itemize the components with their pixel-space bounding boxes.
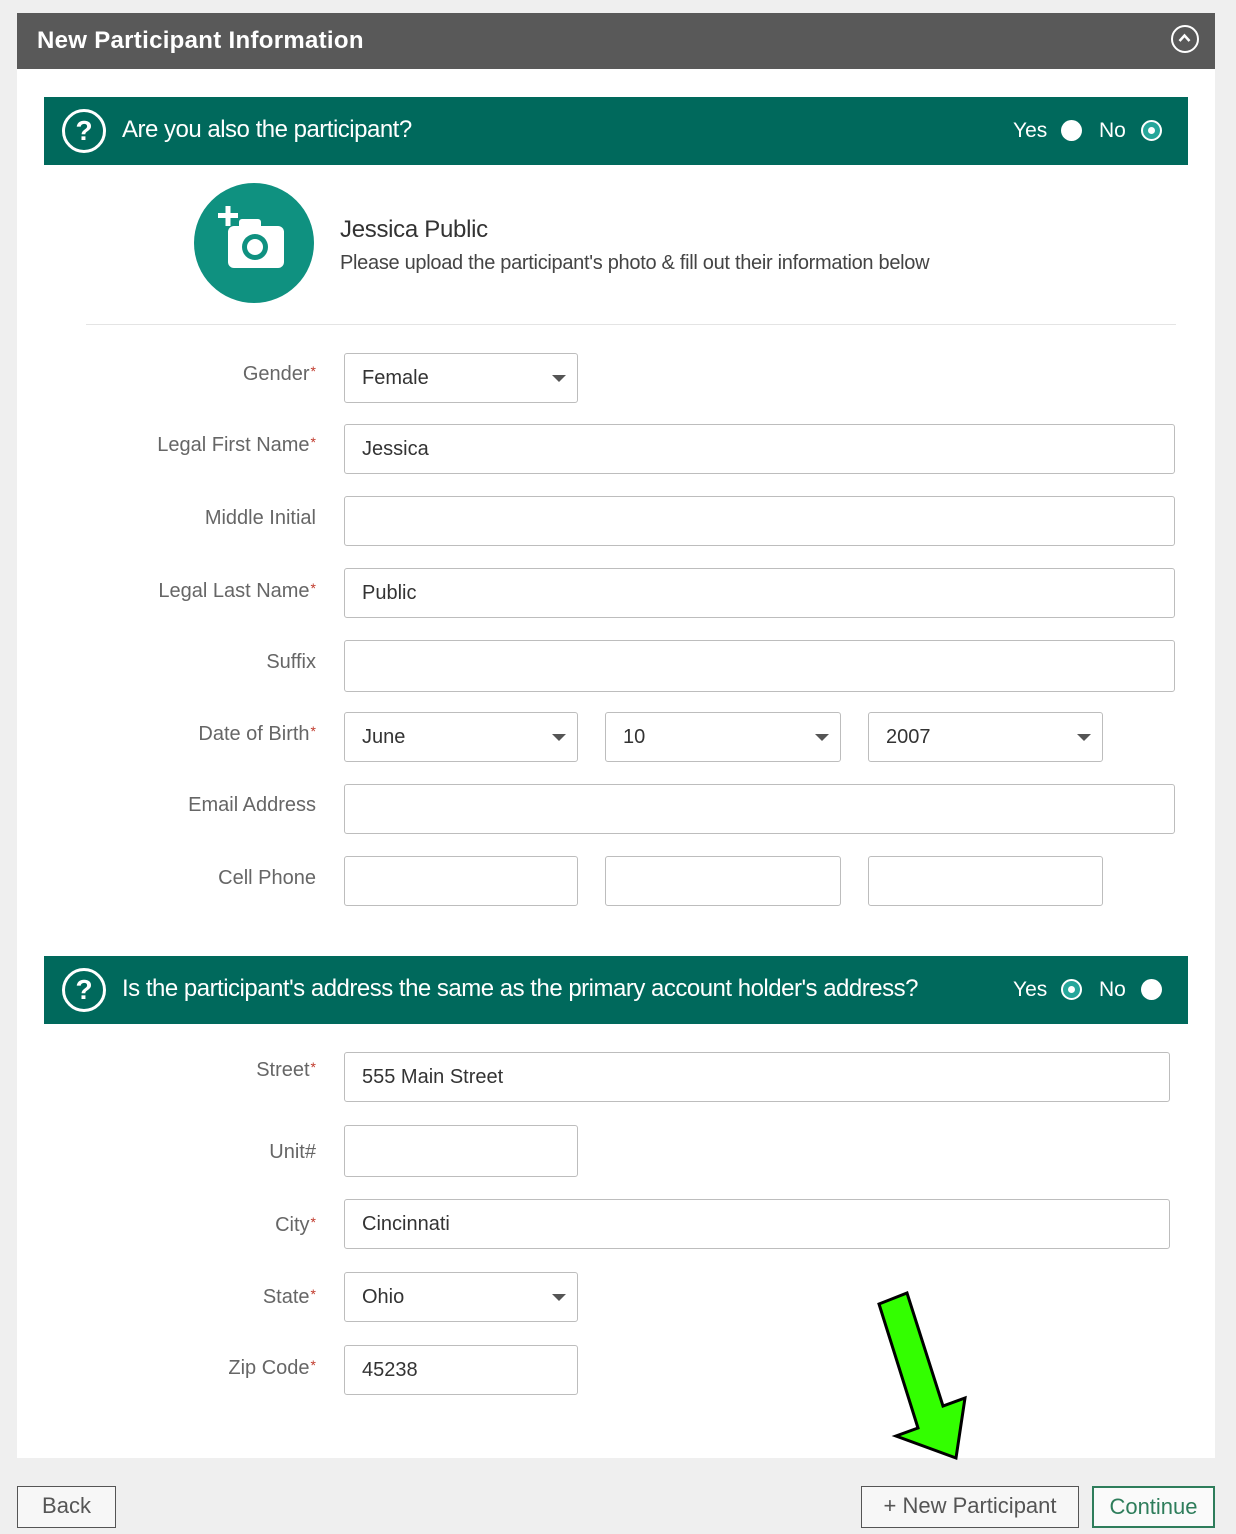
no-label: No xyxy=(1099,119,1126,142)
participant-name: Jessica Public xyxy=(340,216,488,243)
yes-label: Yes xyxy=(1013,978,1048,1001)
back-button[interactable]: Back xyxy=(17,1486,116,1528)
city-label: City* xyxy=(275,1214,316,1236)
city-input[interactable]: Cincinnati xyxy=(344,1199,1170,1249)
cell-phone-label: Cell Phone xyxy=(218,867,316,889)
chevron-down-icon xyxy=(552,375,566,382)
street-input[interactable]: 555 Main Street xyxy=(344,1052,1170,1102)
suffix-input[interactable] xyxy=(344,640,1175,692)
unit-label: Unit# xyxy=(269,1141,316,1163)
participant-no-radio[interactable] xyxy=(1141,120,1162,141)
down-left-arrow-icon xyxy=(877,1291,967,1461)
no-label: No xyxy=(1099,978,1126,1001)
section-title: New Participant Information xyxy=(37,27,364,54)
dob-month-select[interactable]: June xyxy=(344,712,578,762)
gender-label: Gender* xyxy=(242,363,316,385)
street-label: Street* xyxy=(256,1059,316,1081)
continue-button[interactable]: Continue xyxy=(1092,1486,1215,1528)
state-select[interactable]: Ohio xyxy=(344,1272,578,1322)
first-name-label: Legal First Name* xyxy=(157,434,316,456)
first-name-input[interactable]: Jessica xyxy=(344,424,1175,474)
participant-instructions: Please upload the participant's photo & … xyxy=(340,252,930,274)
chevron-down-icon xyxy=(552,734,566,741)
zip-label: Zip Code* xyxy=(228,1357,316,1379)
last-name-input[interactable]: Public xyxy=(344,568,1175,618)
address-question-bar: ? Is the participant's address the same … xyxy=(44,956,1188,1024)
chevron-down-icon xyxy=(1077,734,1091,741)
middle-initial-label: Middle Initial xyxy=(204,507,316,529)
gender-select[interactable]: Female xyxy=(344,353,578,403)
yes-label: Yes xyxy=(1013,119,1048,142)
last-name-label: Legal Last Name* xyxy=(158,580,316,602)
new-participant-button[interactable]: + New Participant xyxy=(861,1486,1079,1528)
email-label: Email Address xyxy=(188,794,316,816)
address-no-radio[interactable] xyxy=(1141,979,1162,1000)
help-icon[interactable]: ? xyxy=(62,109,106,153)
chevron-down-icon xyxy=(552,1294,566,1301)
participant-question-bar: ? Are you also the participant? Yes No xyxy=(44,97,1188,165)
dob-year-select[interactable]: 2007 xyxy=(868,712,1103,762)
cell-phone-line-input[interactable] xyxy=(868,856,1103,906)
photo-upload-button[interactable] xyxy=(194,183,314,303)
divider xyxy=(86,324,1176,325)
participant-yes-radio[interactable] xyxy=(1061,120,1082,141)
dob-day-select[interactable]: 10 xyxy=(605,712,841,762)
chevron-down-icon xyxy=(815,734,829,741)
add-photo-icon xyxy=(218,206,284,268)
chevron-up-circle-icon[interactable] xyxy=(1171,25,1199,53)
unit-input[interactable] xyxy=(344,1125,578,1177)
address-question-text: Is the participant's address the same as… xyxy=(122,975,918,1002)
section-header: New Participant Information xyxy=(17,13,1215,69)
zip-input[interactable]: 45238 xyxy=(344,1345,578,1395)
participant-question-text: Are you also the participant? xyxy=(122,116,412,143)
suffix-label: Suffix xyxy=(266,651,316,673)
cell-phone-prefix-input[interactable] xyxy=(605,856,841,906)
email-input[interactable] xyxy=(344,784,1175,834)
middle-initial-input[interactable] xyxy=(344,496,1175,546)
help-icon[interactable]: ? xyxy=(62,968,106,1012)
cell-phone-area-input[interactable] xyxy=(344,856,578,906)
address-yes-radio[interactable] xyxy=(1061,979,1082,1000)
state-label: State* xyxy=(262,1286,316,1308)
dob-label: Date of Birth* xyxy=(198,723,316,745)
